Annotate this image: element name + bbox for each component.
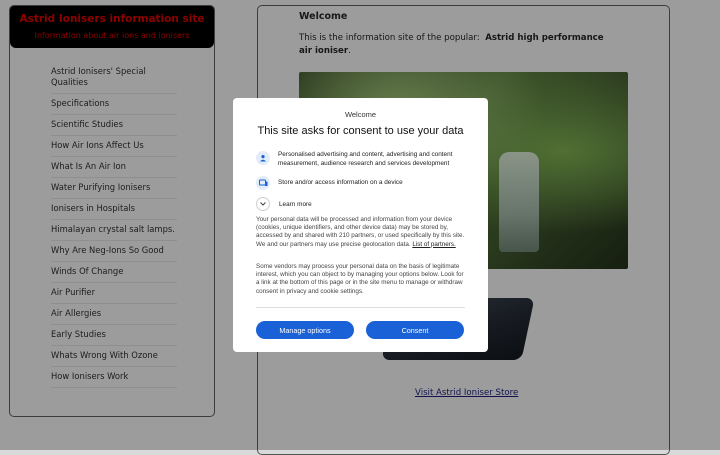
consent-paragraph-2: Some vendors may process your personal d… xyxy=(256,263,464,295)
device-icon xyxy=(256,176,270,190)
chevron-down-icon xyxy=(256,197,270,211)
person-icon xyxy=(256,151,270,165)
consent-title: This site asks for consent to use your d… xyxy=(257,125,464,137)
purpose-text: Store and/or access information on a dev… xyxy=(278,179,403,186)
consent-paragraph-1: Your personal data will be processed and… xyxy=(256,216,468,249)
purpose-personalised: Personalised advertising and content, ad… xyxy=(256,151,468,168)
consent-button[interactable]: Consent xyxy=(366,321,464,339)
purpose-text: Personalised advertising and content, ad… xyxy=(278,151,453,167)
divider xyxy=(256,307,465,308)
purpose-device-storage: Store and/or access information on a dev… xyxy=(256,176,468,190)
manage-options-button[interactable]: Manage options xyxy=(256,321,354,339)
partners-link[interactable]: List of partners. xyxy=(412,241,455,248)
learn-more-label: Learn more xyxy=(279,200,312,208)
consent-dialog: Welcome This site asks for consent to us… xyxy=(233,98,488,352)
consent-brand: Welcome xyxy=(344,110,377,119)
learn-more-toggle[interactable]: Learn more xyxy=(256,197,312,211)
